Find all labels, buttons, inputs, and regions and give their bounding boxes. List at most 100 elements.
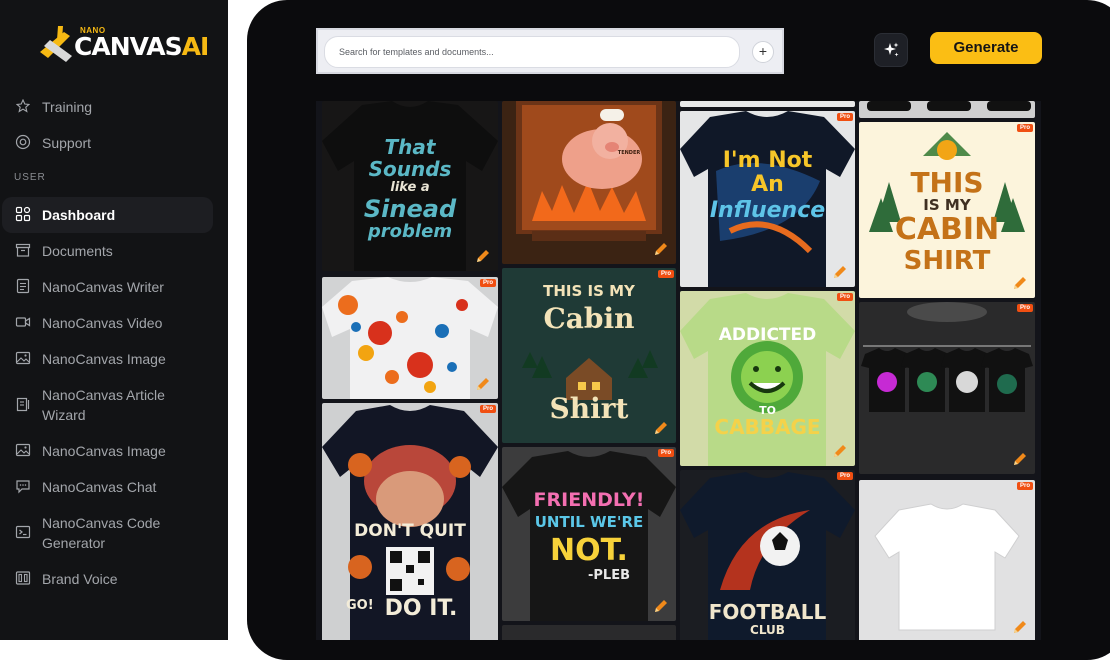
edit-icon[interactable] — [831, 442, 849, 460]
sidebar-item-label: Training — [42, 99, 93, 115]
tshirt-text: problem — [367, 221, 453, 242]
template-card[interactable]: Pro — [859, 302, 1035, 474]
template-card[interactable]: FOOTBALL CLUB Pro — [680, 470, 855, 640]
sparkle-icon — [884, 42, 899, 57]
sidebar-item-code-generator[interactable]: NanoCanvas Code Generator — [14, 513, 160, 553]
tshirt-text: NOT. — [550, 533, 628, 568]
pro-badge: Pro — [479, 279, 496, 287]
add-button[interactable]: + — [752, 41, 774, 63]
nanocanvas-logo[interactable]: NANO CANVASAI — [36, 22, 209, 66]
article-icon — [14, 395, 32, 413]
sparkle-button[interactable] — [874, 33, 908, 67]
sidebar-item-label: NanoCanvas Image — [42, 443, 166, 459]
tshirt-text: FRIENDLY! — [533, 489, 645, 511]
edit-icon[interactable] — [1011, 450, 1029, 468]
star-icon — [14, 97, 32, 115]
tshirt-image — [874, 503, 1020, 631]
template-card[interactable]: THIS IS MY Cabin Shirt Pro — [502, 268, 676, 443]
section-label-user: USER — [14, 172, 46, 183]
logo-text: CANVASAI — [74, 32, 209, 61]
tshirt-text: ADDICTED — [718, 325, 817, 345]
sidebar-item-article-wizard[interactable]: NanoCanvas Article Wizard — [14, 385, 165, 425]
template-card[interactable] — [502, 625, 676, 640]
edit-icon[interactable] — [1011, 618, 1029, 636]
sidebar-item-label: Dashboard — [42, 207, 116, 223]
pro-badge: Pro — [836, 113, 853, 121]
sidebar: NANO CANVASAI Training Support USER Dash… — [0, 0, 228, 640]
tshirt-image — [680, 293, 855, 466]
tshirt-text: I'm Not — [722, 148, 813, 173]
brand-voice-icon — [14, 569, 32, 587]
sidebar-item-documents[interactable]: Documents — [14, 241, 113, 261]
tshirt-image — [867, 101, 1031, 111]
pro-badge: Pro — [836, 472, 853, 480]
tshirt-image — [861, 302, 1033, 412]
dashboard-icon — [14, 205, 32, 223]
sidebar-item-label: NanoCanvas Image — [42, 351, 166, 367]
sidebar-item-label: NanoCanvas Chat — [42, 479, 157, 495]
sidebar-item-image[interactable]: NanoCanvas Image — [14, 349, 166, 369]
generate-button[interactable]: Generate — [930, 32, 1042, 64]
sidebar-item-brand-voice[interactable]: Brand Voice — [14, 569, 118, 589]
tshirt-text: An — [751, 172, 784, 197]
sidebar-item-video[interactable]: NanoCanvas Video — [14, 313, 162, 333]
sidebar-item-chat[interactable]: NanoCanvas Chat — [14, 477, 156, 497]
sidebar-item-label: Brand Voice — [42, 571, 118, 587]
template-card[interactable]: That Sounds like a Sinead problem — [322, 101, 498, 271]
sidebar-item-label: NanoCanvas Code Generator — [42, 515, 161, 551]
sidebar-item-label: Documents — [42, 243, 113, 259]
sidebar-item-training[interactable]: Training — [14, 97, 92, 117]
search-bar: Search for templates and documents... + — [316, 28, 784, 74]
template-card[interactable]: Pro — [859, 480, 1035, 640]
edit-icon[interactable] — [652, 597, 670, 615]
sidebar-item-dashboard[interactable]: Dashboard — [2, 197, 213, 233]
template-card[interactable]: DON'T QUIT GO! DO IT. Pro — [322, 403, 498, 640]
pro-badge: Pro — [479, 405, 496, 413]
tshirt-text: SHIRT — [903, 246, 991, 276]
template-card[interactable]: TENDER — [502, 101, 676, 264]
template-card[interactable] — [680, 101, 855, 107]
tshirt-text: THIS IS MY — [543, 282, 635, 300]
edit-icon[interactable] — [474, 247, 492, 265]
tshirt-text: CLUB — [750, 623, 785, 637]
pro-badge: Pro — [657, 449, 674, 457]
search-input[interactable]: Search for templates and documents... — [324, 36, 740, 68]
template-card[interactable]: ADDICTED TO CABBAGE Pro — [680, 291, 855, 466]
edit-icon[interactable] — [1011, 274, 1029, 292]
edit-icon[interactable] — [831, 263, 849, 281]
tshirt-text: UNTIL WE'RE — [534, 513, 644, 531]
pro-badge: Pro — [657, 270, 674, 278]
code-icon — [14, 523, 32, 541]
sidebar-item-label: NanoCanvas Article Wizard — [42, 387, 165, 423]
sidebar-item-support[interactable]: Support — [14, 133, 91, 153]
template-card[interactable]: THIS IS MY CABIN SHIRT Pro — [859, 122, 1035, 298]
tshirt-text: like a — [390, 180, 430, 195]
writer-icon — [14, 277, 32, 295]
tshirt-image — [322, 277, 498, 399]
pro-badge: Pro — [836, 293, 853, 301]
tshirt-text: Influence — [709, 198, 826, 223]
template-card[interactable]: FRIENDLY! UNTIL WE'RE NOT. -PLEB Pro — [502, 447, 676, 621]
tshirt-text: DO IT. — [384, 596, 458, 621]
template-card[interactable]: Pro — [322, 277, 498, 399]
tshirt-text: Sounds — [368, 157, 452, 181]
image-icon — [14, 441, 32, 459]
tshirt-text: -PLEB — [588, 568, 630, 583]
sidebar-item-label: Support — [42, 135, 92, 151]
tshirt-text: That — [384, 135, 436, 159]
sidebar-item-label: NanoCanvas Writer — [42, 279, 164, 295]
tshirt-text: Shirt — [549, 392, 629, 425]
pro-badge: Pro — [1016, 304, 1033, 312]
template-card[interactable]: I'm Not An Influence Pro — [680, 111, 855, 287]
sidebar-item-image-2[interactable]: NanoCanvas Image — [14, 441, 166, 461]
edit-icon[interactable] — [474, 375, 492, 393]
sidebar-item-writer[interactable]: NanoCanvas Writer — [14, 277, 164, 297]
tshirt-image — [516, 101, 662, 241]
edit-icon[interactable] — [652, 419, 670, 437]
support-icon — [14, 133, 32, 151]
tshirt-text: TENDER — [617, 150, 641, 156]
edit-icon[interactable] — [652, 240, 670, 258]
pro-badge: Pro — [1016, 482, 1033, 490]
template-card[interactable] — [859, 101, 1035, 118]
video-icon — [14, 313, 32, 331]
